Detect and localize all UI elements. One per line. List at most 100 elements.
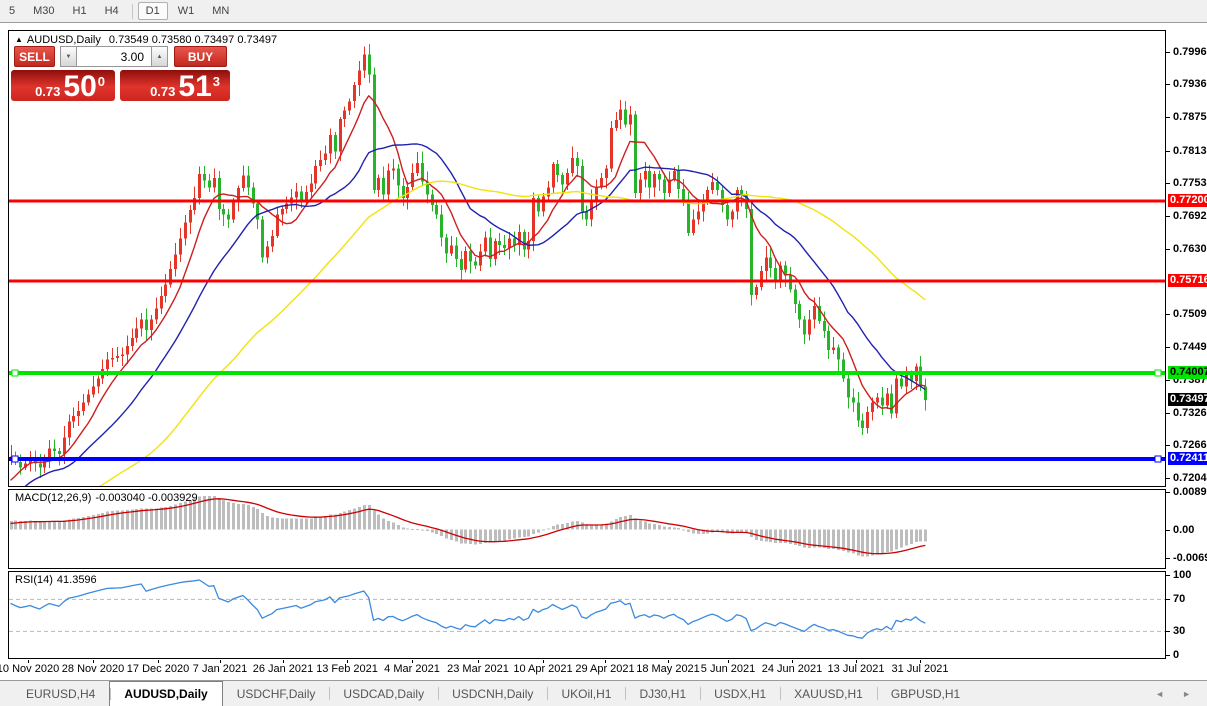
buy-button[interactable]: BUY [174,46,227,67]
sell-price-display[interactable]: 0.73500 [11,70,115,101]
price-tick-mark [1166,380,1170,381]
macd-tick-mark [1166,492,1170,493]
macd-panel[interactable]: MACD(12,26,9)-0.003040 -0.003929 [8,489,1166,569]
rsi-canvas [9,572,1165,658]
sell-price-pip: 0 [98,74,105,89]
tab-item-eurusd-h4[interactable]: EURUSD,H4 [12,681,109,706]
date-axis: 10 Nov 202028 Nov 202017 Dec 20207 Jan 2… [8,660,1166,679]
price-line-badge: 0.74007 [1168,366,1207,379]
chart-ohlc-values: 0.73549 0.73580 0.73497 0.73497 [109,34,277,46]
tab-item-xauusd-h1[interactable]: XAUUSD,H1 [780,681,877,706]
timeframe-button-h1[interactable]: H1 [65,2,95,20]
triangle-down-icon: ▼ [66,54,72,60]
rsi-tick-mark [1166,631,1170,632]
buy-price-display[interactable]: 0.73513 [120,70,230,101]
date-label: 7 Jan 2021 [193,663,247,675]
tab-item-audusd-daily[interactable]: AUDUSD,Daily [109,681,222,706]
timeframe-button-mn[interactable]: MN [204,2,237,20]
date-label: 13 Feb 2021 [316,663,378,675]
date-label: 29 Apr 2021 [575,663,634,675]
macd-axis-label: -0.00697 [1173,552,1207,564]
timeframe-button-w1[interactable]: W1 [170,2,203,20]
macd-values: -0.003040 -0.003929 [95,492,197,504]
sell-price-main: 50 [63,73,96,100]
date-label: 18 May 2021 [636,663,700,675]
tab-scroll-right-icon[interactable]: ► [1182,689,1191,699]
price-tick-mark [1166,151,1170,152]
price-line-badge: 0.72411 [1168,452,1207,465]
price-tick-mark [1166,117,1170,118]
price-tick-mark [1166,249,1170,250]
chart-tab-bar: EURUSD,H4AUDUSD,DailyUSDCHF,DailyUSDCAD,… [0,680,1207,706]
toolbar-separator [132,4,133,19]
tab-item-usdchf-daily[interactable]: USDCHF,Daily [223,681,330,706]
macd-tick-mark [1166,530,1170,531]
tab-item-usdcad-daily[interactable]: USDCAD,Daily [329,681,438,706]
rsi-name: RSI(14) [15,574,53,586]
date-label: 10 Nov 2020 [0,663,59,675]
buy-price-pip: 3 [213,74,220,89]
buy-price-main: 51 [178,73,211,100]
tab-scroll-left-icon[interactable]: ◄ [1155,689,1164,699]
date-label: 10 Apr 2021 [513,663,572,675]
price-tick-label: 0.79365 [1173,78,1207,90]
macd-tick-mark [1166,558,1170,559]
chart-symbol-label: AUDUSD,Daily [27,34,101,46]
timeframe-button-d1[interactable]: D1 [138,2,168,20]
rsi-axis-label: 100 [1173,569,1191,581]
price-tick-label: 0.78750 [1173,111,1207,123]
date-label: 17 Dec 2020 [127,663,189,675]
volume-input[interactable] [77,46,151,67]
rsi-tick-mark [1166,575,1170,576]
tab-item-gbpusd-h1[interactable]: GBPUSD,H1 [877,681,974,706]
rsi-panel[interactable]: RSI(14)41.3596 [8,571,1166,659]
price-tick-label: 0.74490 [1173,341,1207,353]
rsi-axis-label: 30 [1173,625,1185,637]
macd-label: MACD(12,26,9)-0.003040 -0.003929 [15,492,202,504]
timeframe-button-m30[interactable]: M30 [25,2,62,20]
hline-handle[interactable] [12,456,18,462]
price-axis: 0.799650.793650.787500.781350.775350.769… [1166,24,1207,679]
tab-item-usdcnh-daily[interactable]: USDCNH,Daily [438,681,547,706]
volume-decrease-button[interactable]: ▼ [60,46,77,67]
macd-axis-label: 0.008903 [1173,486,1207,498]
tab-item-ukoil-h1[interactable]: UKOil,H1 [547,681,625,706]
rsi-axis-label: 0 [1173,649,1179,661]
price-line-badge: 0.77200 [1168,194,1207,207]
price-tick-label: 0.76920 [1173,210,1207,222]
hline-handle[interactable] [12,370,18,376]
triangle-up-icon: ▲ [157,54,163,60]
symbol-arrow-icon: ▲ [15,35,23,44]
one-click-trading-panel: SELL ▼ ▲ BUY 0.73500 0.73513 [14,46,238,134]
price-tick-label: 0.79965 [1173,46,1207,58]
price-tick-mark [1166,52,1170,53]
date-label: 26 Jan 2021 [253,663,314,675]
price-tick-mark [1166,84,1170,85]
sell-button[interactable]: SELL [14,46,55,67]
price-tick-mark [1166,445,1170,446]
date-label: 28 Nov 2020 [62,663,124,675]
date-label: 13 Jul 2021 [828,663,885,675]
price-tick-mark [1166,347,1170,348]
tab-item-dj30-h1[interactable]: DJ30,H1 [625,681,700,706]
price-tick-mark [1166,183,1170,184]
rsi-axis-label: 70 [1173,593,1185,605]
date-label: 24 Jun 2021 [762,663,823,675]
price-tick-mark [1166,478,1170,479]
date-label: 23 Mar 2021 [447,663,509,675]
tab-item-usdx-h1[interactable]: USDX,H1 [700,681,780,706]
timeframe-button-h4[interactable]: H4 [97,2,127,20]
date-label: 5 Jun 2021 [701,663,755,675]
sell-price-prefix: 0.73 [35,84,60,99]
price-tick-label: 0.77535 [1173,177,1207,189]
timeframe-button-5[interactable]: 5 [1,2,23,20]
price-tick-label: 0.72045 [1173,472,1207,484]
volume-increase-button[interactable]: ▲ [151,46,168,67]
hline-handle[interactable] [1155,370,1161,376]
price-line-badge: 0.75716 [1168,274,1207,287]
hline-handle[interactable] [1155,456,1161,462]
price-tick-mark [1166,314,1170,315]
current-price-badge: 0.73497 [1168,393,1207,406]
price-tick-label: 0.73260 [1173,407,1207,419]
main-chart-panel[interactable]: ▲ AUDUSD,Daily 0.73549 0.73580 0.73497 0.7… [8,30,1166,487]
